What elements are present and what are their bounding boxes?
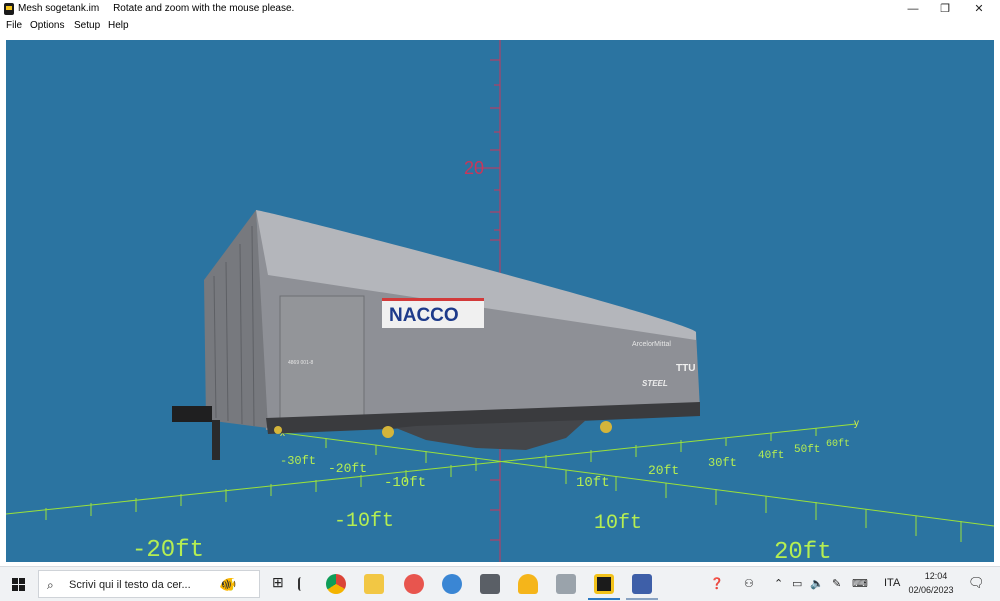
wheel-hub: [274, 426, 282, 434]
chevron-up-icon[interactable]: ⌃: [774, 577, 783, 590]
clock-time[interactable]: 12:04: [918, 571, 954, 581]
vertical-axis-label: 20: [464, 158, 484, 178]
ground-label-large: 20ft: [774, 539, 832, 562]
ground-label-small: 10ft: [576, 475, 610, 491]
notifications-icon[interactable]: 🗨: [968, 575, 985, 591]
window-title: Mesh sogetank.im Rotate and zoom with th…: [18, 3, 295, 14]
ground-label-large: -10ft: [334, 510, 394, 533]
app-icon-editor[interactable]: [632, 574, 652, 594]
menu-options[interactable]: Options: [30, 20, 64, 31]
file-explorer-icon[interactable]: [364, 574, 384, 594]
logo-stripe: [382, 298, 484, 301]
task-view-icon[interactable]: ⊞: [272, 574, 292, 594]
search-highlight-icon: 🐠: [219, 576, 237, 592]
app-icon-red[interactable]: [404, 574, 424, 594]
minimize-button[interactable]: —: [896, 0, 930, 18]
taskbar: ⌕ Scrivi qui il testo da cer... 🐠 ⊞ ❓ ⚇ …: [0, 566, 1000, 601]
wagon-side-panel: [279, 295, 365, 421]
nacco-logo: NACCO: [389, 305, 459, 326]
wagon-model[interactable]: NACCO ArcelorMittal TTU STEEL 4869 001-8: [172, 210, 700, 460]
app-icon-image[interactable]: [556, 574, 576, 594]
chrome-icon[interactable]: [326, 574, 346, 594]
ground-label-small: 40ft: [758, 450, 784, 462]
window-hint: Rotate and zoom with the mouse please.: [113, 3, 295, 14]
widgets-icon[interactable]: [298, 577, 304, 591]
3d-viewport[interactable]: 20 x y -20ft -10ft 10ft 20ft -30ft -20ft…: [6, 40, 994, 562]
app-icon-blue[interactable]: [442, 574, 462, 594]
wagon-buffer: [172, 406, 212, 422]
wheel-hub: [600, 421, 612, 433]
pen-icon[interactable]: ✎: [832, 577, 841, 590]
axis-y-letter: y: [854, 418, 859, 429]
ground-label-large: -20ft: [132, 537, 204, 562]
wagon-code: TTU: [676, 363, 695, 374]
help-icon[interactable]: ❓: [710, 577, 724, 590]
ground-label-small: -30ft: [280, 454, 316, 468]
ground-label-small: -20ft: [328, 461, 367, 476]
app-icon: [4, 3, 14, 15]
menu-bar: File Options Setup Help: [0, 18, 1000, 34]
wheel-hub: [382, 426, 394, 438]
steel-badge: STEEL: [642, 379, 668, 388]
mesh-viewer-taskbar-icon[interactable]: [594, 574, 614, 594]
arcelormittal-logo: ArcelorMittal: [632, 341, 671, 348]
restore-button[interactable]: ❐: [928, 0, 962, 18]
menu-setup[interactable]: Setup: [74, 20, 100, 31]
ground-label-large: 10ft: [594, 512, 642, 535]
wagon-number: 4869 001-8: [288, 360, 314, 366]
people-icon[interactable]: ⚇: [744, 577, 754, 590]
close-button[interactable]: ✕: [962, 0, 996, 18]
clock-date[interactable]: 02/06/2023: [906, 585, 956, 595]
wagon-coupler: [212, 420, 220, 460]
menu-help[interactable]: Help: [108, 20, 129, 31]
search-icon: ⌕: [47, 578, 54, 592]
network-icon[interactable]: ▭: [792, 577, 802, 590]
menu-file[interactable]: File: [6, 20, 22, 31]
search-placeholder: Scrivi qui il testo da cer...: [69, 579, 191, 591]
scene[interactable]: 20 x y -20ft -10ft 10ft 20ft -30ft -20ft…: [6, 40, 994, 562]
ground-label-small: 60ft: [826, 438, 850, 450]
volume-icon[interactable]: 🔈: [810, 577, 824, 590]
title-bar: Mesh sogetank.im Rotate and zoom with th…: [0, 0, 1000, 18]
windows-start-icon[interactable]: [12, 578, 25, 591]
keyboard-icon[interactable]: ⌨: [852, 577, 868, 590]
ground-label-small: 20ft: [648, 463, 679, 478]
language-indicator[interactable]: ITA: [884, 577, 900, 589]
app-icon-photo[interactable]: [480, 574, 500, 594]
taskbar-search-box[interactable]: ⌕ Scrivi qui il testo da cer... 🐠: [38, 570, 260, 598]
ground-label-small: 30ft: [708, 456, 737, 470]
app-icon-yellow[interactable]: [518, 574, 538, 594]
ground-label-small: 50ft: [794, 444, 820, 456]
ground-label-small: -10ft: [384, 475, 426, 491]
